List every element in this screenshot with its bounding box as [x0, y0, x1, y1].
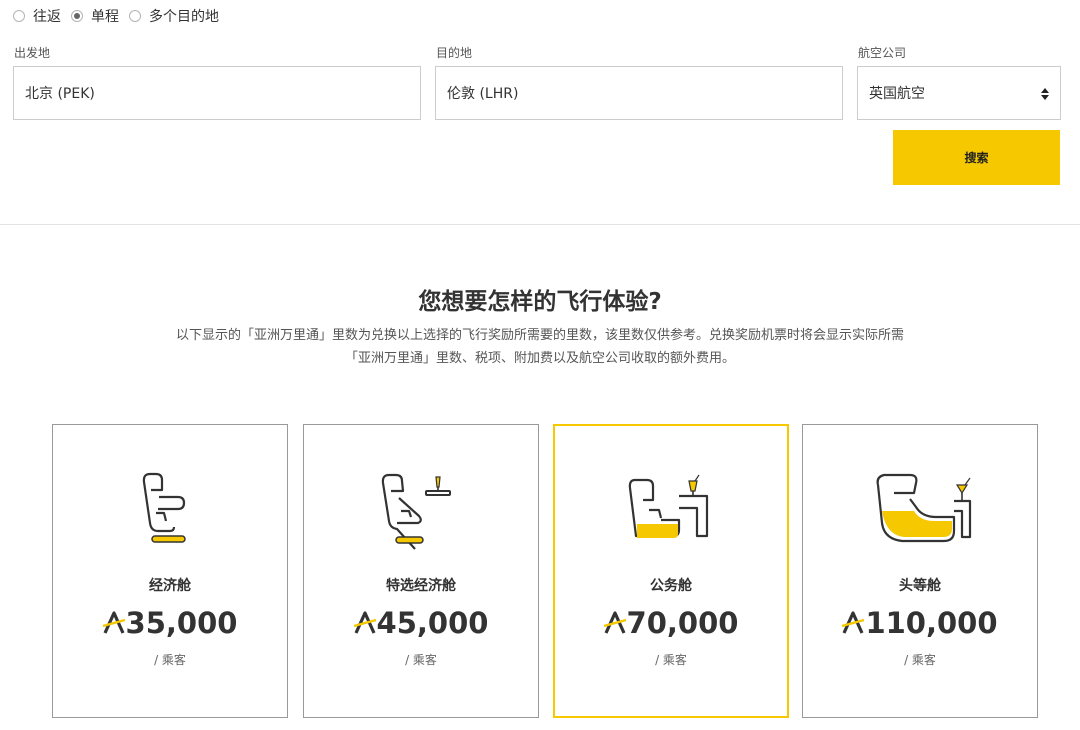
trip-type-label: 往返: [33, 9, 61, 25]
economy-seat-icon: [142, 472, 186, 543]
per-passenger-label: / 乘客: [655, 653, 687, 667]
trip-type-label: 单程: [91, 9, 119, 25]
origin-label: 出发地: [14, 46, 51, 60]
trip-type-round-trip[interactable]: 往返: [13, 6, 61, 26]
cabin-name: 公务舱: [650, 578, 692, 594]
per-passenger-label: / 乘客: [904, 653, 936, 667]
search-button[interactable]: 搜索: [893, 130, 1060, 185]
per-passenger-label: / 乘客: [154, 653, 186, 667]
cabin-name: 头等舱: [899, 578, 941, 594]
business-seat-icon: [628, 474, 709, 538]
trip-type-one-way[interactable]: 单程: [71, 6, 119, 26]
trip-type-selector: 往返 单程 多个目的地: [13, 6, 229, 26]
intro-line-2: 「亚洲万里通」里数、税项、附加费以及航空公司收取的额外费用。: [344, 351, 735, 366]
trip-type-multi-city[interactable]: 多个目的地: [129, 6, 219, 26]
asia-miles-icon: [353, 611, 376, 634]
cabin-price-value: 70,000: [626, 606, 739, 640]
radio-multi-city[interactable]: [129, 10, 141, 22]
cabin-name: 特选经济舱: [386, 578, 456, 594]
cabin-price: 70,000: [555, 606, 787, 640]
radio-one-way[interactable]: [71, 10, 83, 22]
select-arrows-icon: [1041, 88, 1049, 100]
cabin-card-first[interactable]: 头等舱 110,000 / 乘客: [802, 424, 1038, 718]
asia-miles-icon: [842, 611, 865, 634]
destination-input[interactable]: 伦敦 (LHR): [435, 66, 843, 120]
section-divider: [0, 224, 1080, 225]
destination-label: 目的地: [436, 46, 473, 60]
per-passenger-label: / 乘客: [405, 653, 437, 667]
origin-value: 北京 (PEK): [25, 86, 95, 102]
airline-select[interactable]: 英国航空: [857, 66, 1061, 120]
cabin-price-value: 110,000: [865, 606, 998, 640]
cabin-card-business[interactable]: 公务舱 70,000 / 乘客: [553, 424, 789, 718]
asia-miles-icon: [603, 611, 626, 634]
cabin-price: 45,000: [304, 606, 538, 640]
destination-value: 伦敦 (LHR): [447, 86, 519, 102]
airline-value: 英国航空: [869, 86, 925, 102]
intro-line-1: 以下显示的「亚洲万里通」里数为兑换以上选择的飞行奖励所需要的里数，该里数仅供参考…: [175, 328, 904, 343]
origin-input[interactable]: 北京 (PEK): [13, 66, 421, 120]
cabin-card-economy[interactable]: 经济舱 35,000 / 乘客: [52, 424, 288, 718]
radio-round-trip[interactable]: [13, 10, 25, 22]
cabin-price-value: 45,000: [376, 606, 489, 640]
page-heading: 您想要怎样的飞行体验?: [418, 289, 662, 315]
cabin-price: 110,000: [803, 606, 1037, 640]
first-class-seat-icon: [876, 473, 972, 543]
premium-economy-seat-icon: [381, 473, 451, 550]
cabin-card-premium-economy[interactable]: 特选经济舱 45,000 / 乘客: [303, 424, 539, 718]
asia-miles-icon: [102, 611, 125, 634]
intro-text: 以下显示的「亚洲万里通」里数为兑换以上选择的飞行奖励所需要的里数，该里数仅供参考…: [100, 324, 980, 370]
cabin-price: 35,000: [53, 606, 287, 640]
cabin-price-value: 35,000: [125, 606, 238, 640]
trip-type-label: 多个目的地: [149, 9, 219, 25]
cabin-name: 经济舱: [149, 578, 191, 594]
airline-label: 航空公司: [858, 46, 907, 60]
